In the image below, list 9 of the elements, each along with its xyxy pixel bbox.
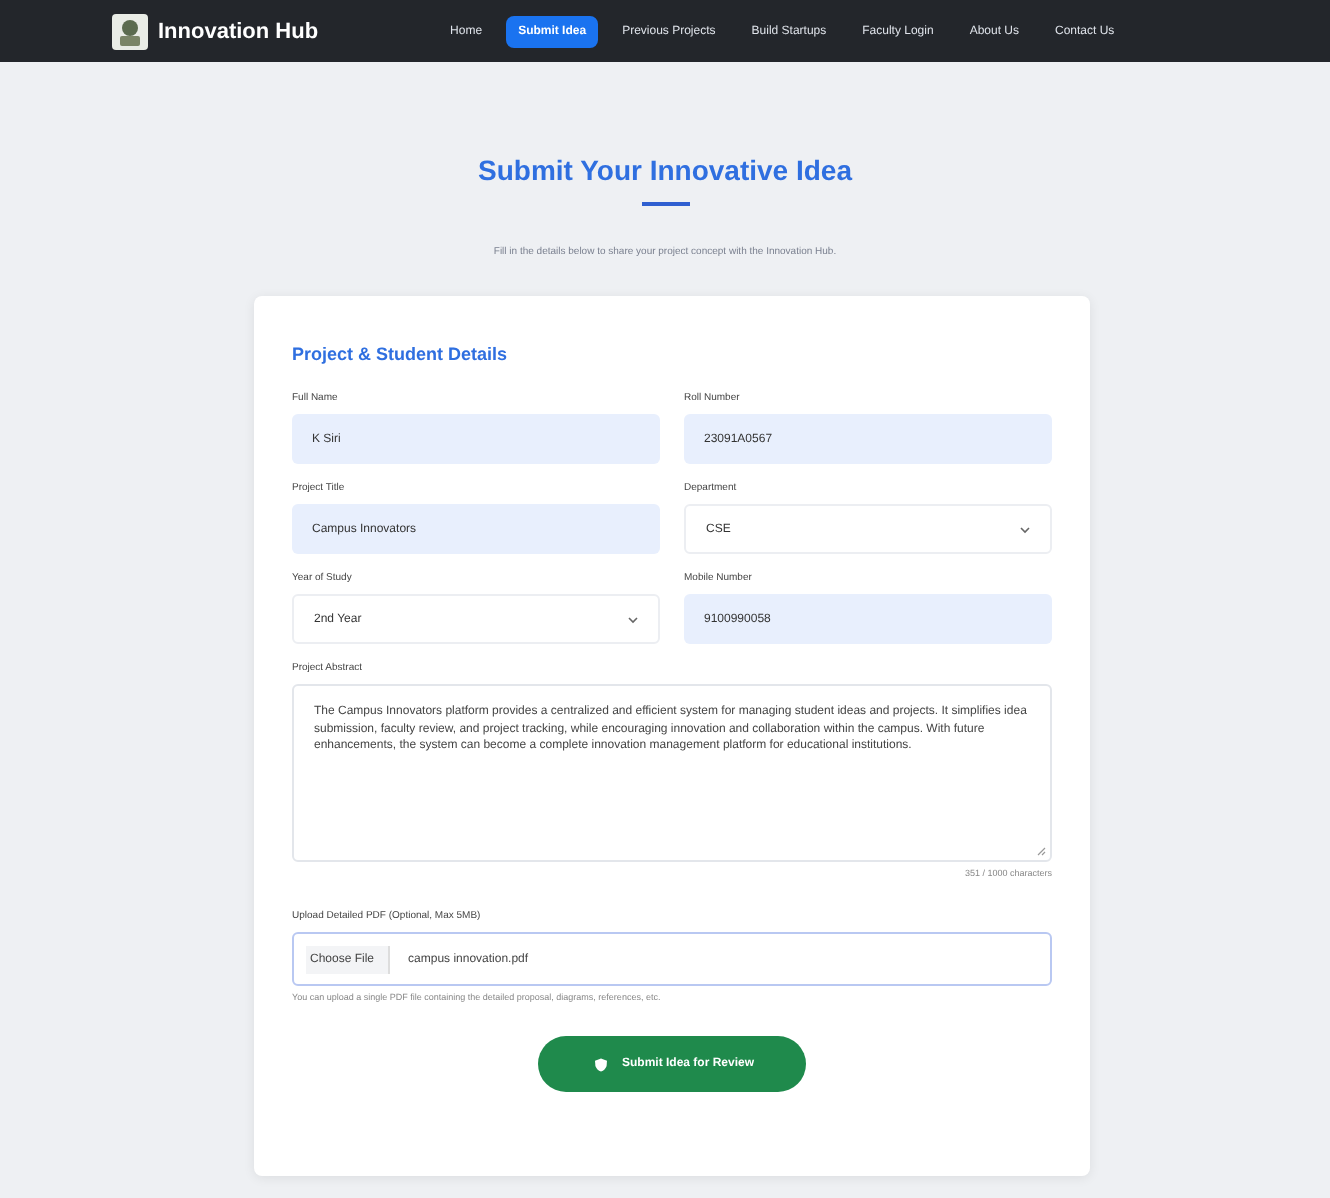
shield-icon [593,1057,608,1071]
brand-name[interactable]: Innovation Hub [158,19,319,43]
resize-handle-icon[interactable] [1036,846,1046,856]
page-title: Submit Your Innovative Idea [478,154,852,186]
section-title: Project & Student Details [292,344,510,364]
caret-icon [1020,525,1030,533]
logo-icon [112,13,148,49]
caret-icon [628,615,638,623]
abstract-field[interactable] [292,684,1052,862]
